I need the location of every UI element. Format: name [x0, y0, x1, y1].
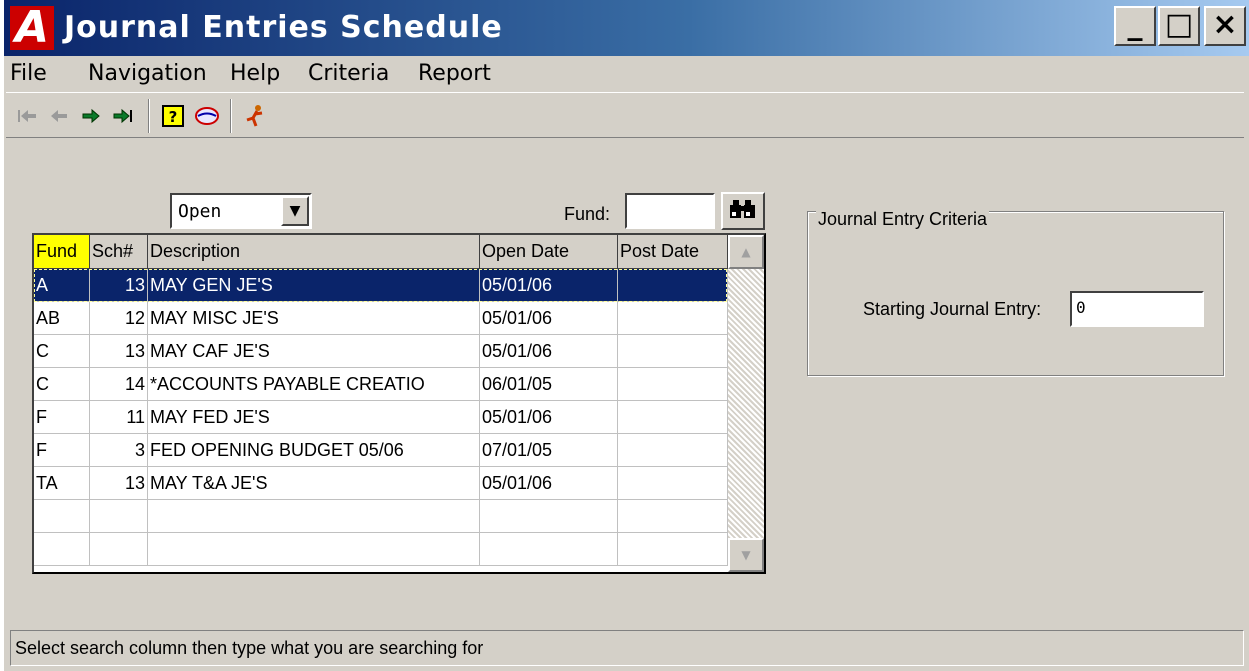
cell-description[interactable]	[148, 500, 480, 533]
cell-fund[interactable]: C	[34, 368, 90, 401]
cell-open-date[interactable]: 05/01/06	[480, 335, 618, 368]
close-button[interactable]: ×	[1204, 6, 1246, 46]
cell-fund[interactable]: F	[34, 434, 90, 467]
svg-text:?: ?	[169, 108, 178, 126]
cell-open-date[interactable]: 07/01/05	[480, 434, 618, 467]
last-record-icon[interactable]	[110, 103, 136, 129]
cell-post-date[interactable]	[618, 533, 728, 566]
previous-record-icon[interactable]	[46, 103, 72, 129]
criteria-group-title: Journal Entry Criteria	[816, 208, 990, 230]
vertical-scrollbar[interactable]: ▲ ▼	[728, 235, 764, 572]
cell-post-date[interactable]	[618, 500, 728, 533]
cell-description[interactable]: MAY T&A JE'S	[148, 467, 480, 500]
cell-open-date[interactable]: 05/01/06	[480, 269, 618, 302]
run-icon[interactable]	[242, 103, 268, 129]
cell-open-date[interactable]: 06/01/05	[480, 368, 618, 401]
help-icon[interactable]: ?	[160, 103, 186, 129]
fund-search-input[interactable]	[625, 193, 715, 229]
cell-open-date[interactable]: 05/01/06	[480, 302, 618, 335]
cell-sch[interactable]: 12	[90, 302, 148, 335]
cell-post-date[interactable]	[618, 269, 728, 302]
scroll-down-button[interactable]: ▼	[728, 538, 764, 572]
status-filter-value: Open	[178, 201, 222, 222]
cell-post-date[interactable]	[618, 335, 728, 368]
menu-help[interactable]: Help	[230, 60, 280, 88]
menu-navigation[interactable]: Navigation	[88, 60, 207, 88]
menu-report[interactable]: Report	[418, 60, 491, 88]
next-record-icon[interactable]	[78, 103, 104, 129]
cell-post-date[interactable]	[618, 434, 728, 467]
cell-description[interactable]: MAY GEN JE'S	[148, 269, 480, 302]
toolbar-separator	[230, 99, 232, 133]
column-header-open-date[interactable]: Open Date	[480, 235, 618, 269]
cell-sch[interactable]: 13	[90, 335, 148, 368]
globe-icon[interactable]	[194, 103, 220, 129]
binoculars-icon	[730, 200, 755, 218]
cell-description[interactable]	[148, 533, 480, 566]
cell-fund[interactable]: C	[34, 335, 90, 368]
column-header-description[interactable]: Description	[148, 235, 480, 269]
cell-post-date[interactable]	[618, 401, 728, 434]
journal-entries-grid[interactable]: Fund Sch# Description Open Date Post Dat…	[32, 233, 766, 574]
chevron-down-icon[interactable]: ▼	[281, 196, 309, 226]
binoculars-search-button[interactable]	[721, 192, 765, 230]
cell-sch[interactable]: 11	[90, 401, 148, 434]
cell-post-date[interactable]	[618, 368, 728, 401]
cell-open-date[interactable]: 05/01/06	[480, 467, 618, 500]
cell-fund[interactable]: AB	[34, 302, 90, 335]
cell-sch[interactable]	[90, 500, 148, 533]
cell-fund[interactable]: TA	[34, 467, 90, 500]
cell-description[interactable]: *ACCOUNTS PAYABLE CREATIO	[148, 368, 480, 401]
cell-sch[interactable]: 3	[90, 434, 148, 467]
cell-post-date[interactable]	[618, 302, 728, 335]
column-header-fund[interactable]: Fund	[34, 235, 90, 269]
toolbar: ?	[6, 92, 1244, 138]
cell-fund[interactable]	[34, 533, 90, 566]
cell-open-date[interactable]	[480, 533, 618, 566]
menu-file[interactable]: File	[10, 60, 47, 88]
first-record-icon[interactable]	[14, 103, 40, 129]
cell-description[interactable]: MAY MISC JE'S	[148, 302, 480, 335]
cell-open-date[interactable]	[480, 500, 618, 533]
cell-description[interactable]: FED OPENING BUDGET 05/06	[148, 434, 480, 467]
cell-sch[interactable]: 13	[90, 269, 148, 302]
cell-fund[interactable]: F	[34, 401, 90, 434]
fund-label: Fund:	[564, 204, 611, 224]
cell-description[interactable]: MAY FED JE'S	[148, 401, 480, 434]
status-filter-dropdown[interactable]: Open ▼	[170, 193, 312, 229]
cell-sch[interactable]: 14	[90, 368, 148, 401]
menu-criteria[interactable]: Criteria	[308, 60, 389, 88]
starting-journal-entry-label: Starting Journal Entry:	[863, 299, 1042, 319]
column-header-sch[interactable]: Sch#	[90, 235, 148, 269]
column-header-post-date[interactable]: Post Date	[618, 235, 728, 269]
cell-fund[interactable]	[34, 500, 90, 533]
cell-open-date[interactable]: 05/01/06	[480, 401, 618, 434]
title-bar[interactable]: A Journal Entries Schedule _ □ ×	[4, 0, 1249, 56]
cell-sch[interactable]: 13	[90, 467, 148, 500]
menu-bar: File Navigation Help Criteria Report	[4, 58, 1249, 90]
maximize-button[interactable]: □	[1158, 6, 1200, 46]
cell-fund[interactable]: A	[34, 269, 90, 302]
starting-journal-entry-input[interactable]: 0	[1070, 291, 1204, 327]
cell-description[interactable]: MAY CAF JE'S	[148, 335, 480, 368]
cell-post-date[interactable]	[618, 467, 728, 500]
journal-entries-window: A Journal Entries Schedule _ □ × File Na…	[4, 0, 1249, 671]
cell-sch[interactable]	[90, 533, 148, 566]
app-icon: A	[10, 6, 54, 50]
minimize-button[interactable]: _	[1114, 6, 1156, 46]
status-bar: Select search column then type what you …	[10, 630, 1244, 666]
scroll-up-button[interactable]: ▲	[728, 235, 764, 269]
window-title: Journal Entries Schedule	[64, 10, 503, 45]
toolbar-separator	[148, 99, 150, 133]
